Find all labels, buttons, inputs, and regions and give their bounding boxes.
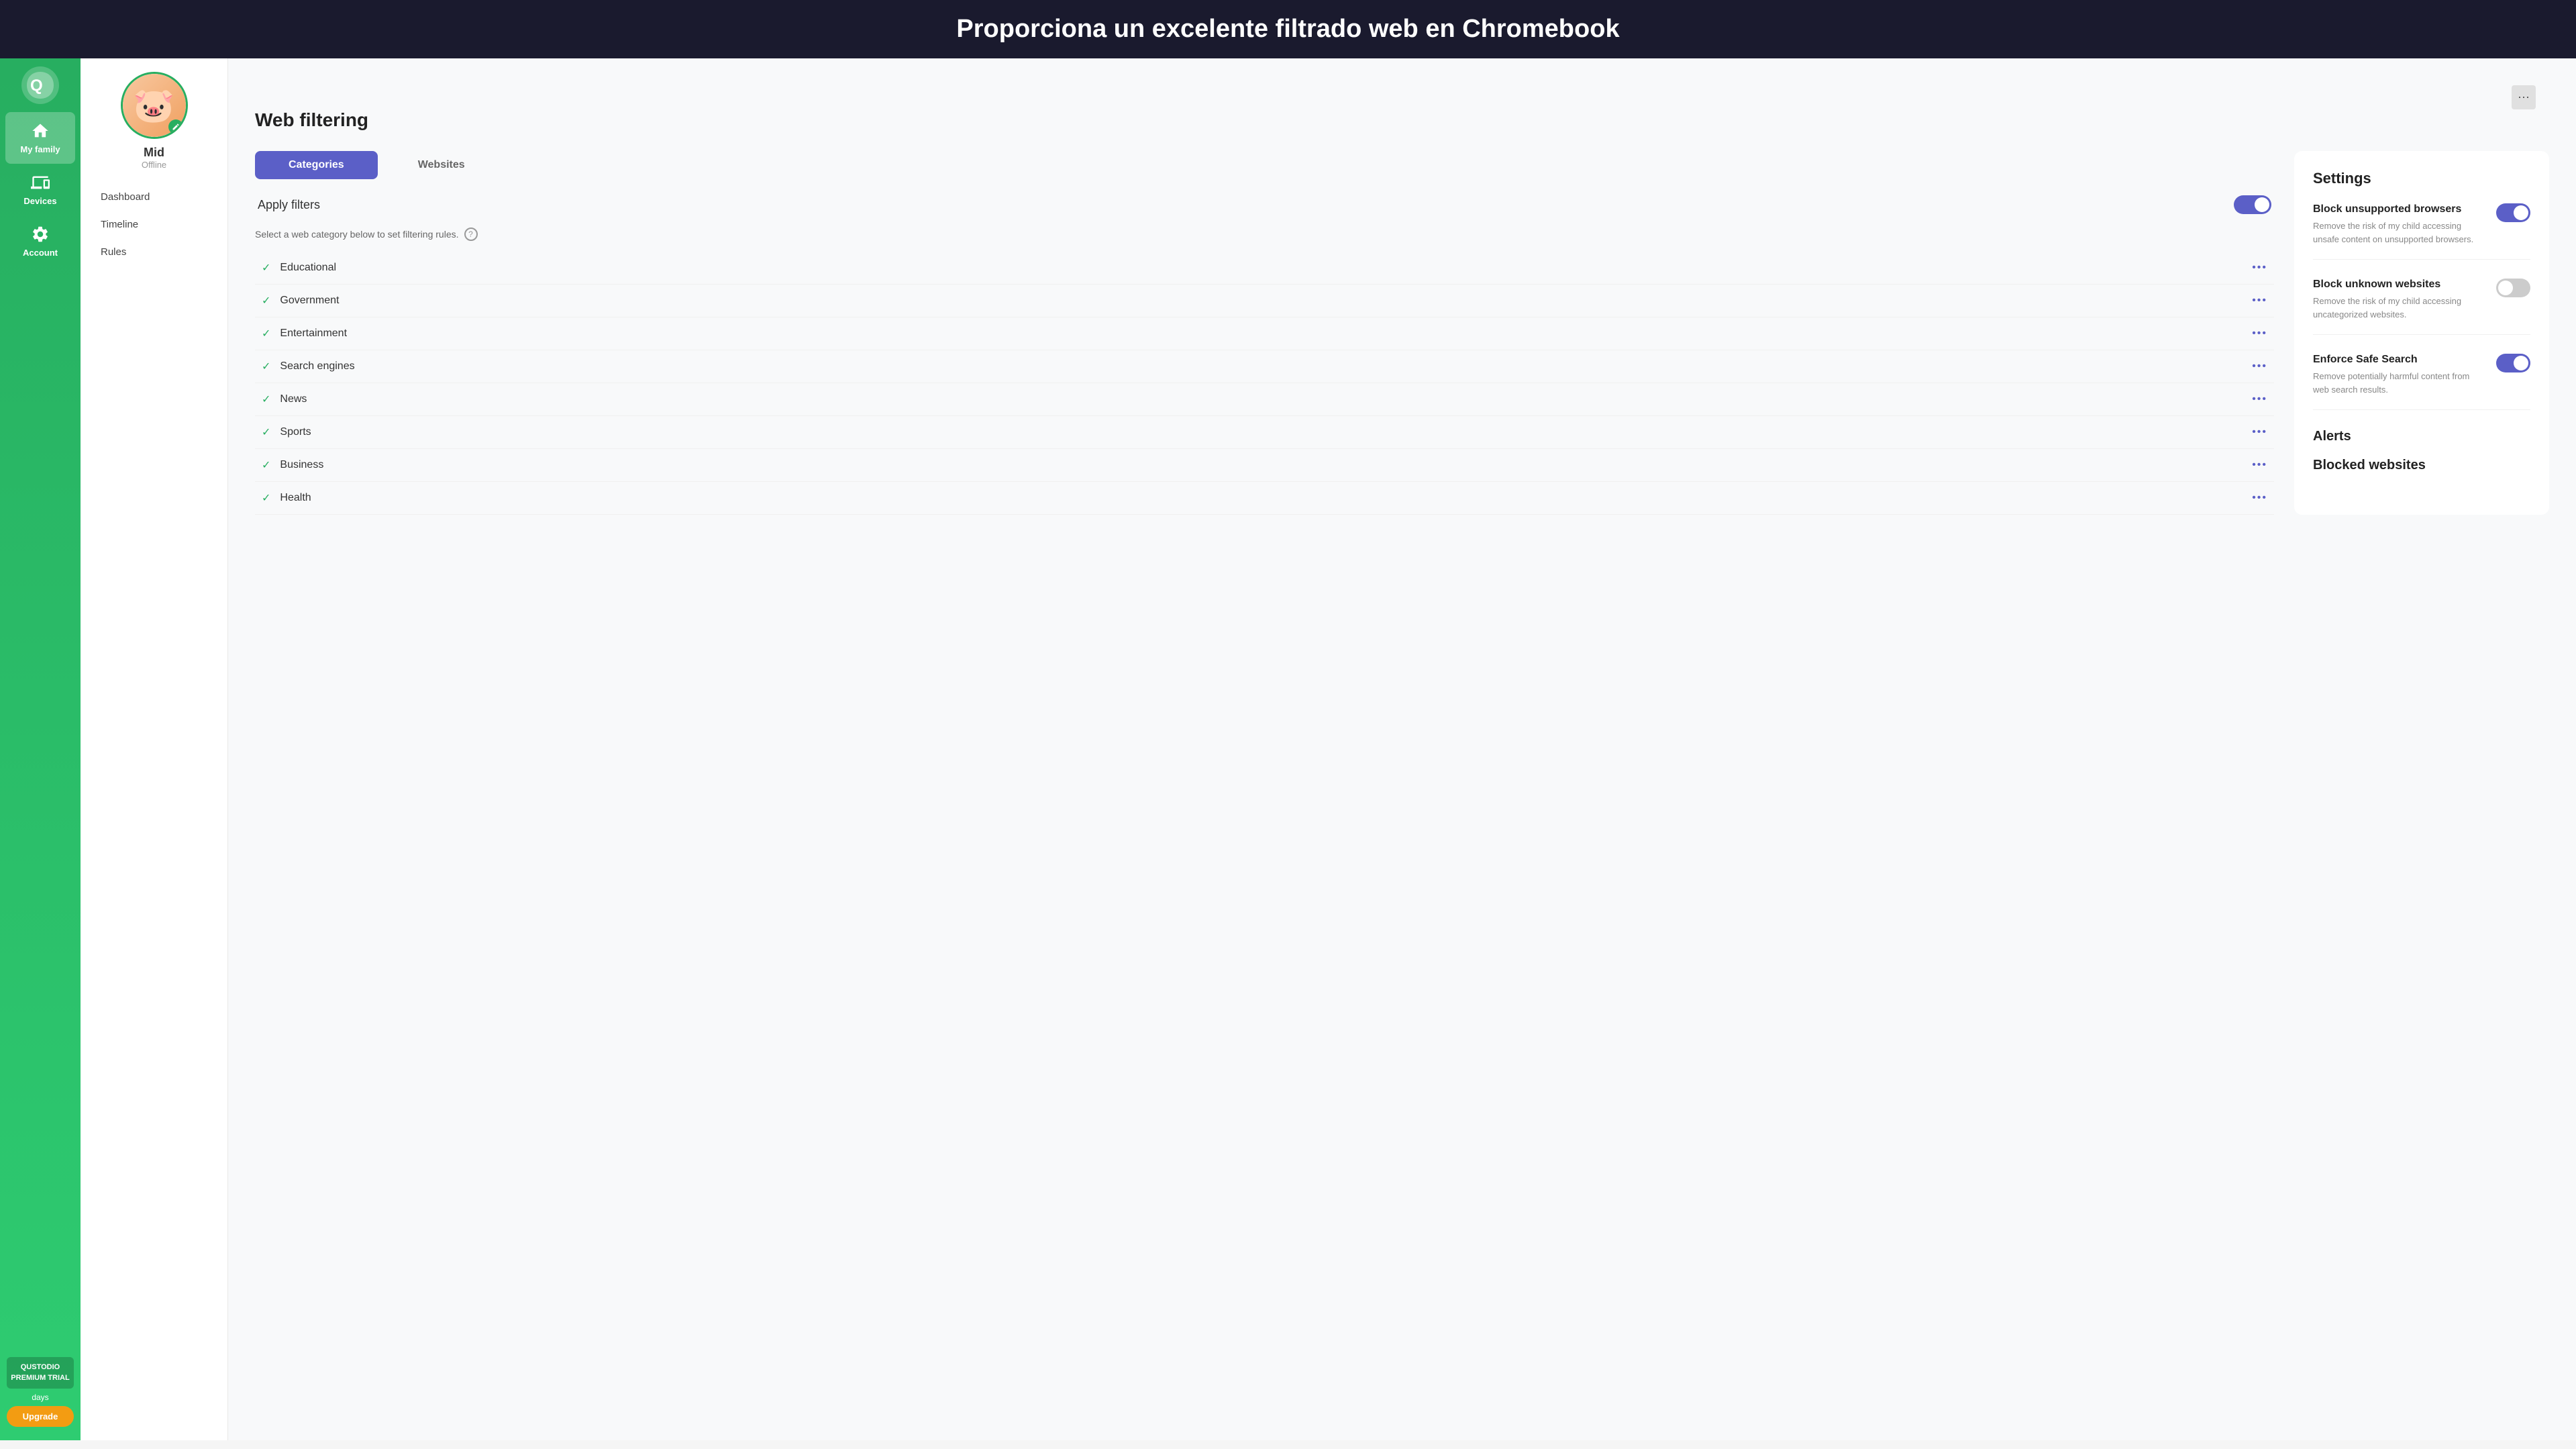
sidebar-item-devices[interactable]: Devices	[0, 164, 81, 215]
sidebar-item-label: Account	[23, 248, 58, 258]
helper-text: Select a web category below to set filte…	[255, 228, 2274, 241]
category-name: Government	[280, 295, 2243, 307]
profile-nav: Dashboard Timeline Rules	[87, 183, 221, 266]
list-item: ✓ Entertainment •••	[255, 317, 2274, 350]
apply-filters-label: Apply filters	[258, 198, 320, 212]
safe-search-toggle[interactable]	[2496, 354, 2530, 372]
sidebar-item-label: My family	[20, 144, 60, 154]
block-unsupported-toggle[interactable]	[2496, 203, 2530, 222]
filter-row: Apply filters	[255, 195, 2274, 214]
alerts-section: Alerts	[2313, 429, 2530, 444]
category-name: News	[280, 393, 2243, 405]
apply-filters-toggle[interactable]	[2234, 195, 2271, 214]
setting-block-unsupported: Block unsupported browsers Remove the ri…	[2313, 203, 2530, 260]
setting-description: Remove the risk of my child accessing un…	[2313, 219, 2485, 246]
alerts-title: Alerts	[2313, 429, 2530, 444]
category-name: Health	[280, 492, 2243, 504]
list-item: ✓ Search engines •••	[255, 350, 2274, 383]
home-icon	[31, 121, 50, 140]
category-options-button[interactable]: •••	[2252, 459, 2267, 471]
category-name: Educational	[280, 262, 2243, 274]
left-column: Categories Websites Apply filters Select…	[255, 151, 2274, 515]
setting-text: Enforce Safe Search Remove potentially h…	[2313, 354, 2485, 396]
avatar-edit-badge[interactable]	[168, 119, 183, 134]
list-item: ✓ Educational •••	[255, 252, 2274, 285]
sidebar-item-my-family[interactable]: My family	[5, 112, 75, 164]
gear-icon	[31, 225, 50, 244]
devices-icon	[31, 173, 50, 192]
sidebar: Q My family Devices Account	[0, 58, 81, 1440]
category-options-button[interactable]: •••	[2252, 360, 2267, 372]
top-bar: ⋯	[255, 79, 2549, 109]
check-icon: ✓	[262, 327, 270, 340]
sidebar-item-label: Devices	[23, 196, 56, 206]
sidebar-item-account[interactable]: Account	[0, 215, 81, 267]
category-options-button[interactable]: •••	[2252, 393, 2267, 405]
profile-panel: 🐷 Mid Offline Dashboard Timeline Rules	[81, 58, 228, 1440]
setting-text: Block unsupported browsers Remove the ri…	[2313, 203, 2485, 246]
sidebar-bottom: QUSTODIO PREMIUM TRIAL days Upgrade	[0, 1350, 81, 1434]
check-icon: ✓	[262, 360, 270, 373]
tab-websites[interactable]: Websites	[384, 151, 499, 179]
profile-name: Mid	[144, 146, 164, 160]
avatar: 🐷	[121, 72, 188, 139]
tab-categories[interactable]: Categories	[255, 151, 378, 179]
svg-text:Q: Q	[30, 77, 43, 95]
category-options-button[interactable]: •••	[2252, 426, 2267, 438]
setting-description: Remove potentially harmful content from …	[2313, 370, 2485, 396]
category-list: ✓ Educational ••• ✓ Government ••• ✓ Ent…	[255, 252, 2274, 515]
setting-block-unknown: Block unknown websites Remove the risk o…	[2313, 279, 2530, 335]
profile-nav-rules[interactable]: Rules	[87, 238, 221, 266]
category-name: Business	[280, 459, 2243, 471]
blocked-section: Blocked websites	[2313, 458, 2530, 473]
settings-title: Settings	[2313, 170, 2530, 187]
list-item: ✓ Business •••	[255, 449, 2274, 482]
check-icon: ✓	[262, 491, 270, 505]
tab-bar: Categories Websites	[255, 151, 2274, 179]
list-item: ✓ Health •••	[255, 482, 2274, 515]
setting-title: Block unsupported browsers	[2313, 203, 2485, 215]
category-name: Entertainment	[280, 328, 2243, 340]
help-icon[interactable]: ?	[464, 228, 478, 241]
category-options-button[interactable]: •••	[2252, 262, 2267, 274]
check-icon: ✓	[262, 294, 270, 307]
settings-panel: Settings Block unsupported browsers Remo…	[2294, 151, 2549, 515]
setting-title: Block unknown websites	[2313, 279, 2485, 291]
upgrade-button[interactable]: Upgrade	[7, 1406, 74, 1427]
days-label: days	[32, 1393, 48, 1402]
banner-text: Proporciona un excelente filtrado web en…	[956, 15, 1619, 43]
profile-nav-dashboard[interactable]: Dashboard	[87, 183, 221, 211]
page-title: Web filtering	[255, 109, 2549, 131]
content-grid: Categories Websites Apply filters Select…	[255, 151, 2549, 515]
check-icon: ✓	[262, 261, 270, 274]
helper-text-content: Select a web category below to set filte…	[255, 229, 459, 240]
setting-description: Remove the risk of my child accessing un…	[2313, 295, 2485, 321]
menu-icon[interactable]: ⋯	[2512, 85, 2536, 109]
category-name: Sports	[280, 426, 2243, 438]
category-options-button[interactable]: •••	[2252, 295, 2267, 307]
check-icon: ✓	[262, 393, 270, 406]
list-item: ✓ Government •••	[255, 285, 2274, 317]
list-item: ✓ Sports •••	[255, 416, 2274, 449]
profile-nav-timeline[interactable]: Timeline	[87, 211, 221, 238]
blocked-title: Blocked websites	[2313, 458, 2530, 473]
check-icon: ✓	[262, 426, 270, 439]
premium-label: QUSTODIO PREMIUM TRIAL	[11, 1363, 69, 1381]
premium-badge: QUSTODIO PREMIUM TRIAL	[7, 1357, 74, 1389]
setting-text: Block unknown websites Remove the risk o…	[2313, 279, 2485, 321]
category-name: Search engines	[280, 360, 2243, 372]
sidebar-logo: Q	[20, 65, 60, 105]
setting-title: Enforce Safe Search	[2313, 354, 2485, 366]
block-unknown-toggle[interactable]	[2496, 279, 2530, 297]
list-item: ✓ News •••	[255, 383, 2274, 416]
category-options-button[interactable]: •••	[2252, 328, 2267, 340]
check-icon: ✓	[262, 458, 270, 472]
category-options-button[interactable]: •••	[2252, 492, 2267, 504]
profile-status: Offline	[142, 160, 166, 170]
setting-safe-search: Enforce Safe Search Remove potentially h…	[2313, 354, 2530, 410]
promo-banner: Proporciona un excelente filtrado web en…	[0, 0, 2576, 58]
main-content: ⋯ Web filtering Categories Websites Appl…	[228, 58, 2576, 1440]
